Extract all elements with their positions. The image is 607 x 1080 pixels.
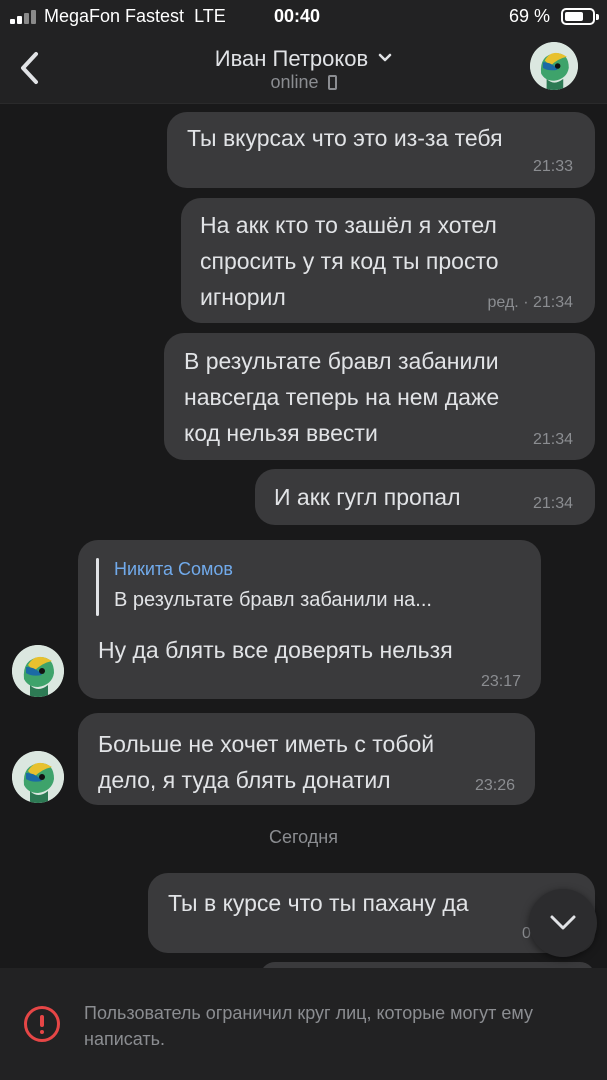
battery-percent: 69 % (509, 6, 551, 26)
message-time: 23:17 (480, 673, 521, 690)
reply-quote-bar (96, 558, 99, 616)
reply-snippet[interactable]: В результате бравл забанили на... (114, 589, 432, 612)
chevron-down-icon (378, 42, 392, 68)
message-bubble-outgoing[interactable]: Ты в курсе что ты пахану да 0 (148, 873, 595, 953)
signal-strength-icon (10, 10, 40, 24)
online-status: online (270, 72, 319, 92)
date-separator: Сегодня (269, 827, 338, 847)
message-text: Ты вкурсах что это из-за тебя (187, 125, 503, 151)
exclamation-circle-icon (24, 1006, 60, 1042)
message-bubble-incoming[interactable]: Больше не хочет иметь с тобой дело, я ту… (78, 713, 535, 805)
carrier-label: MegaFon Fastest LTE (44, 6, 226, 27)
scroll-to-bottom-button[interactable] (529, 889, 597, 957)
chat-header: Иван Петроков online (0, 34, 607, 104)
sender-avatar[interactable] (12, 751, 64, 803)
chat-title[interactable]: Иван Петроков (0, 42, 607, 72)
carrier-name: MegaFon Fastest (44, 6, 185, 26)
status-bar: MegaFon Fastest LTE 00:40 69 % (0, 0, 607, 34)
network-type: LTE (194, 6, 226, 26)
message-bubble-outgoing[interactable]: И акк гугл пропал 21:34 (255, 469, 595, 525)
message-time: 21:34 (532, 431, 573, 448)
clock: 00:40 (274, 6, 321, 26)
message-text: Больше не хочет иметь с тобой дело, я ту… (98, 731, 435, 793)
message-text: На акк кто то зашёл я хотел спросить у т… (200, 212, 499, 310)
message-bubble-outgoing[interactable]: Ты вкурсах что это из-за тебя 21:33 (167, 112, 595, 188)
sender-avatar[interactable] (12, 645, 64, 697)
phone-icon (327, 75, 337, 90)
message-text: Ты в курсе что ты пахану да (168, 890, 469, 916)
restriction-notice: Пользователь ограничил круг лиц, которые… (0, 968, 607, 1080)
chevron-down-icon (550, 915, 576, 930)
message-bubble-outgoing[interactable]: В результате бравл забанили навсегда теп… (164, 333, 595, 460)
message-text: И акк гугл пропал (274, 484, 461, 510)
message-time: 21:33 (532, 158, 573, 175)
message-bubble-incoming[interactable]: Никита Сомов В результате бравл забанили… (78, 540, 541, 699)
message-text: В результате бравл забанили навсегда теп… (184, 348, 500, 446)
message-bubble-outgoing[interactable]: На акк кто то зашёл я хотел спросить у т… (181, 198, 595, 323)
message-text: Ну да блять все доверять нельзя (98, 637, 453, 663)
message-time: 23:26 (474, 777, 515, 794)
contact-avatar[interactable] (530, 42, 578, 90)
restriction-text: Пользователь ограничил круг лиц, которые… (84, 1003, 533, 1049)
reply-author[interactable]: Никита Сомов (114, 559, 233, 580)
message-time: ред. · 21:34 (487, 294, 573, 311)
contact-status: online (0, 72, 607, 93)
contact-name: Иван Петроков (214, 46, 369, 71)
battery-icon (561, 8, 599, 25)
message-time: 21:34 (532, 495, 573, 512)
